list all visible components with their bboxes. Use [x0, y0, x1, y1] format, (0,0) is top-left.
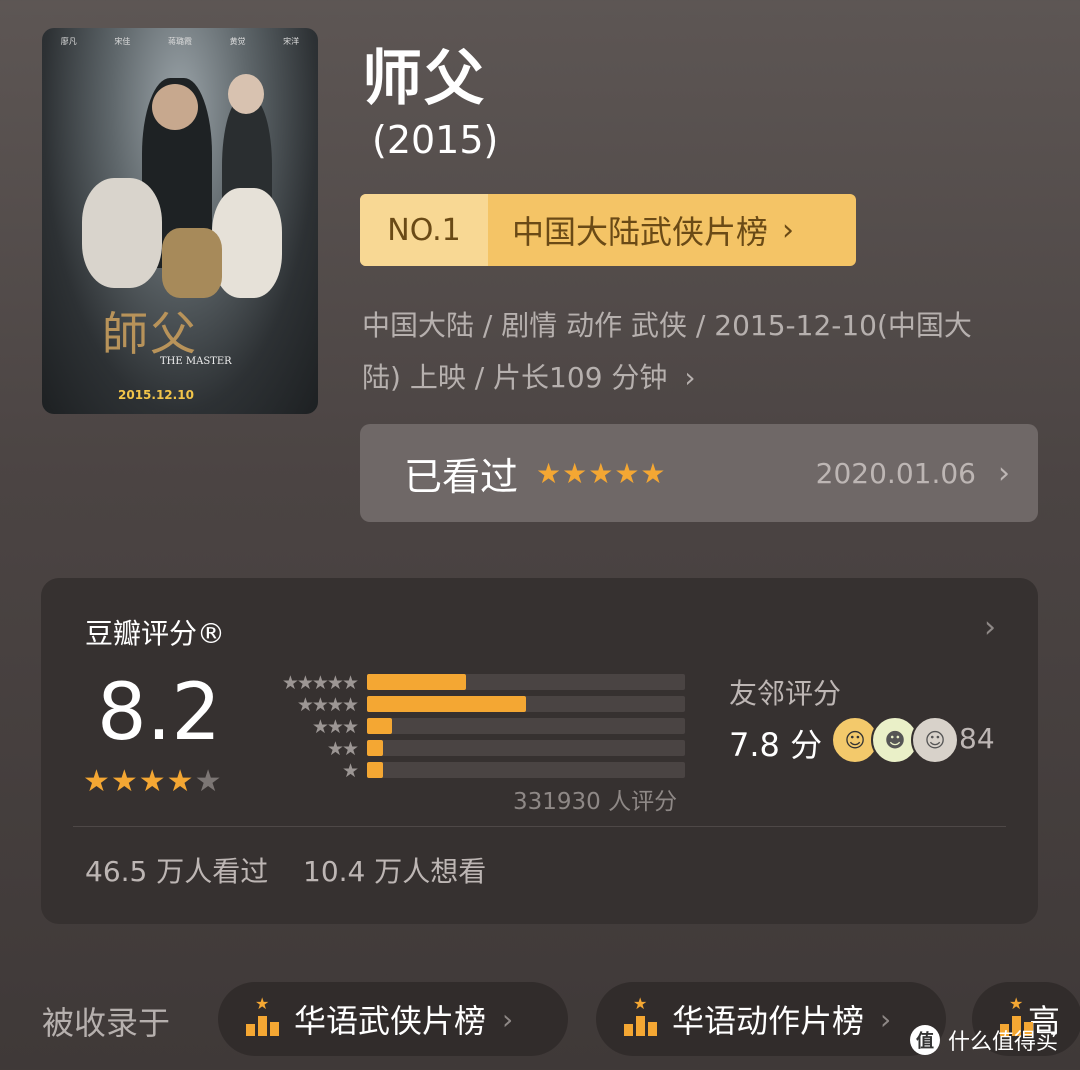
meta-line-text: 陆) 上映 / 片长109 分钟: [362, 361, 668, 394]
watermark: 值 什么值得买: [910, 1024, 1058, 1056]
poster-figure: [162, 228, 222, 298]
chevron-right-icon: ›: [502, 1002, 514, 1036]
chevron-right-icon: ›: [998, 455, 1010, 491]
distribution-fill: [367, 696, 526, 712]
poster-face: [152, 84, 198, 130]
list-chip[interactable]: ★ 华语武侠片榜 ›: [218, 982, 568, 1056]
seen-count[interactable]: 46.5 万人看过: [85, 850, 268, 890]
distribution-fill: [367, 762, 383, 778]
distribution-bar-4: [367, 696, 685, 712]
watched-label: 已看过: [404, 454, 519, 499]
star-row-label: ★: [341, 760, 359, 782]
included-label: 被收录于: [42, 1004, 171, 1042]
watched-date: 2020.01.06: [815, 456, 976, 490]
friend-avatars[interactable]: ☺ ☻ ☺: [831, 716, 959, 764]
movie-meta[interactable]: 中国大陆 / 剧情 动作 武侠 / 2015-12-10(中国大 陆) 上映 /…: [362, 300, 1042, 404]
distribution-bar-1: [367, 762, 685, 778]
rank-badge[interactable]: NO.1 中国大陆武侠片榜 ›: [360, 194, 856, 266]
chevron-right-icon: ›: [782, 212, 795, 248]
chevron-right-icon[interactable]: ›: [984, 610, 996, 645]
movie-poster[interactable]: 廖凡 宋佳 蒋璐霞 黄觉 宋洋 師父 THE MASTER 2015.12.10: [42, 28, 318, 414]
rating-distribution: [367, 674, 685, 784]
rank-list-label: 中国大陆武侠片榜: [512, 213, 769, 251]
friend-rating-count: 84: [959, 722, 995, 755]
rating-title: 豆瓣评分®: [85, 617, 226, 650]
rank-number: NO.1: [360, 194, 488, 266]
distribution-fill: [367, 674, 466, 690]
watermark-text: 什么值得买: [948, 1030, 1059, 1055]
list-chip-label: 华语动作片榜: [672, 1002, 865, 1040]
stars-filled: ★★★★: [83, 764, 195, 799]
friend-rating-label: 友邻评分: [729, 677, 842, 710]
poster-figure: [82, 178, 162, 288]
distribution-bar-5: [367, 674, 685, 690]
star-row-label: ★★★: [311, 716, 359, 738]
chevron-right-icon: ›: [684, 361, 696, 394]
chart-rank-icon: ★: [624, 994, 658, 1036]
stars-empty: ★: [194, 764, 223, 799]
chevron-right-icon: ›: [880, 1002, 892, 1036]
poster-release: 2015.12.10: [118, 388, 194, 402]
divider: [73, 826, 1006, 827]
star-level-labels: ★★★★★ ★★★★ ★★★ ★★ ★: [257, 672, 359, 782]
poster-face: [228, 74, 264, 114]
star-row-label: ★★: [326, 738, 359, 760]
poster-cast: 廖凡 宋佳 蒋璐霞 黄觉 宋洋: [60, 37, 300, 46]
distribution-bar-3: [367, 718, 685, 734]
watermark-logo-icon: 值: [910, 1025, 940, 1055]
rank-list: 中国大陆武侠片榜 ›: [488, 194, 856, 266]
poster-figure: [212, 188, 282, 298]
distribution-bar-2: [367, 740, 685, 756]
rating-score: 8.2: [97, 668, 222, 758]
list-chip[interactable]: ★ 华语动作片榜 ›: [596, 982, 946, 1056]
friend-rating-score: 7.8 分: [729, 726, 823, 764]
meta-line: 陆) 上映 / 片长109 分钟 ›: [362, 352, 1042, 404]
distribution-fill: [367, 740, 383, 756]
star-row-label: ★★★★★: [281, 672, 359, 694]
distribution-fill: [367, 718, 393, 734]
star-row-label: ★★★★: [296, 694, 359, 716]
movie-year: (2015): [372, 118, 499, 162]
rating-count: 331930 人评分: [513, 789, 678, 815]
meta-line: 中国大陆 / 剧情 动作 武侠 / 2015-12-10(中国大: [362, 309, 972, 342]
movie-title: 师父: [362, 44, 486, 114]
chart-rank-icon: ★: [246, 994, 280, 1036]
watched-status[interactable]: 已看过 ★★★★★ 2020.01.06 ›: [360, 424, 1038, 522]
my-rating-stars: ★★★★★: [536, 456, 667, 490]
poster-title: 師父: [102, 307, 198, 361]
want-count[interactable]: 10.4 万人想看: [303, 850, 486, 890]
avatar: ☺: [911, 716, 959, 764]
list-chip-label: 华语武侠片榜: [294, 1002, 487, 1040]
rating-stars: ★★★★★: [83, 764, 222, 799]
poster-subtitle: THE MASTER: [160, 356, 232, 367]
douban-rating-card[interactable]: 豆瓣评分® › 8.2 ★★★★★ ★★★★★ ★★★★ ★★★ ★★ ★ 33…: [41, 578, 1038, 924]
